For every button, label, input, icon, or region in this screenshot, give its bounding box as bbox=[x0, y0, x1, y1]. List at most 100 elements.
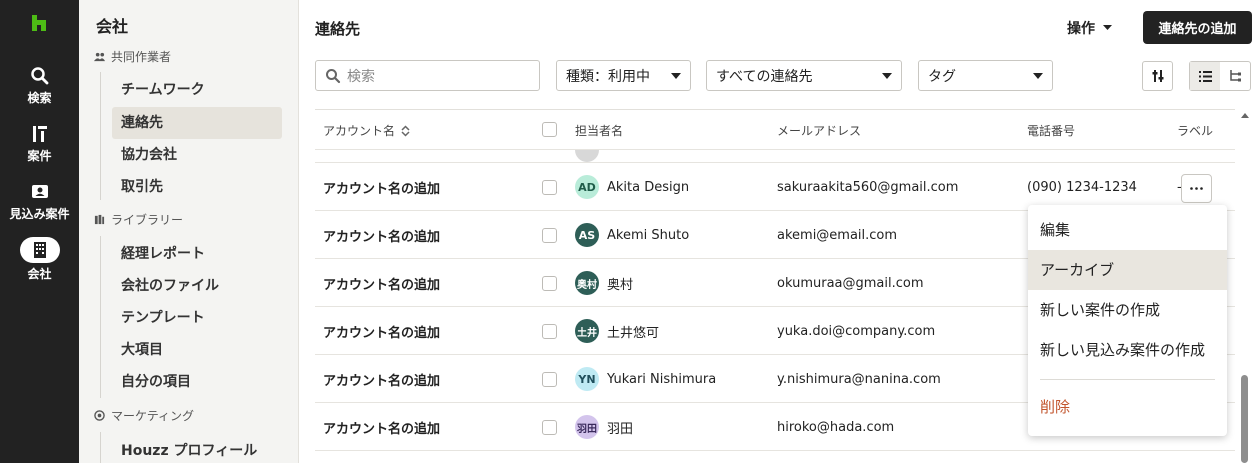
ops-dropdown[interactable]: 操作 bbox=[1067, 18, 1112, 38]
sidebar-item-clients[interactable]: 取引先 bbox=[112, 171, 282, 203]
row-action-menu: 編集 アーカイブ 新しい案件の作成 新しい見込み案件の作成 削除 bbox=[1028, 205, 1227, 436]
account-name-add[interactable]: アカウント名の追加 bbox=[323, 355, 440, 403]
rail-item-leads[interactable]: 見込み案件 bbox=[0, 182, 79, 222]
contact-name: YN Yukari Nishimura bbox=[575, 355, 716, 403]
contacts-filter-select[interactable]: すべての連絡先 bbox=[706, 60, 902, 91]
email: y.nishimura@nanina.com bbox=[777, 371, 941, 387]
row-divider bbox=[315, 450, 1235, 451]
projects-icon bbox=[32, 126, 47, 142]
tag-filter-select[interactable]: タグ bbox=[918, 60, 1053, 91]
menu-item-create-project[interactable]: 新しい案件の作成 bbox=[1028, 290, 1227, 330]
avatar: 羽田 bbox=[575, 415, 599, 439]
table-row[interactable]: アカウント名の追加 AD Akita Design sakuraakita560… bbox=[315, 162, 1235, 210]
menu-item-create-lead[interactable]: 新しい見込み案件の作成 bbox=[1028, 330, 1227, 370]
column-header-label[interactable]: ラベル bbox=[1177, 122, 1213, 139]
account-name-add[interactable]: アカウント名の追加 bbox=[323, 403, 440, 451]
sidebar-item-templates[interactable]: テンプレート bbox=[112, 302, 282, 334]
caret-down-icon bbox=[1103, 25, 1112, 30]
account-name-add[interactable]: アカウント名の追加 bbox=[323, 211, 440, 259]
row-checkbox[interactable] bbox=[542, 307, 557, 355]
contact-name: 羽田 羽田 bbox=[575, 403, 633, 451]
caret-down-icon bbox=[671, 72, 681, 79]
avatar: YN bbox=[575, 367, 599, 391]
contact-name: AS Akemi Shuto bbox=[575, 211, 689, 259]
view-toggle bbox=[1189, 61, 1251, 91]
rail-item-search[interactable]: 検索 bbox=[0, 66, 79, 106]
row-checkbox[interactable] bbox=[542, 403, 557, 451]
menu-divider bbox=[1040, 379, 1215, 380]
sidebar-title: 会社 bbox=[96, 17, 129, 36]
sidebar-item-my-items[interactable]: 自分の項目 bbox=[112, 366, 282, 398]
search-field[interactable]: 検索 bbox=[315, 60, 540, 91]
email: okumuraa@gmail.com bbox=[777, 275, 924, 291]
people-icon bbox=[94, 52, 105, 62]
email: akemi@email.com bbox=[777, 227, 898, 243]
menu-item-edit[interactable]: 編集 bbox=[1028, 210, 1227, 250]
add-contact-button[interactable]: 連絡先の追加 bbox=[1143, 11, 1252, 44]
hierarchy-view-button[interactable] bbox=[1220, 62, 1250, 90]
search-placeholder: 検索 bbox=[347, 68, 375, 85]
rail-item-company[interactable]: 会社 bbox=[0, 237, 79, 282]
section-divider-line bbox=[100, 72, 101, 200]
select-all-checkbox[interactable] bbox=[542, 122, 557, 137]
sidebar-item-partners[interactable]: 協力会社 bbox=[112, 139, 282, 171]
column-header-contact[interactable]: 担当者名 bbox=[575, 122, 623, 139]
sidebar-item-teamwork[interactable]: チームワーク bbox=[112, 74, 282, 106]
table-header: アカウント名 担当者名 メールアドレス 電話番号 ラベル bbox=[315, 109, 1235, 149]
company-sidebar: 会社 共同作業者 チームワーク 連絡先 協力会社 取引先 ライブラリー 経理レポ… bbox=[79, 0, 299, 463]
column-header-account[interactable]: アカウント名 bbox=[323, 122, 410, 139]
contact-name: AD Akita Design bbox=[575, 163, 689, 211]
account-name-add[interactable]: アカウント名の追加 bbox=[323, 307, 440, 355]
column-header-email[interactable]: メールアドレス bbox=[777, 122, 861, 139]
avatar bbox=[575, 150, 599, 162]
section-collaborators: 共同作業者 bbox=[94, 48, 171, 65]
rail-item-label: 案件 bbox=[27, 149, 52, 163]
email: yuka.doi@company.com bbox=[777, 323, 936, 339]
avatar: 土井 bbox=[575, 319, 599, 343]
row-checkbox[interactable] bbox=[542, 163, 557, 211]
sidebar-item-houzz-profile[interactable]: Houzz プロフィール bbox=[112, 435, 282, 463]
avatar: 奥村 bbox=[575, 271, 599, 295]
scroll-up-icon[interactable] bbox=[1238, 110, 1252, 120]
rail-item-projects[interactable]: 案件 bbox=[0, 124, 79, 164]
section-marketing: マーケティング bbox=[94, 407, 194, 424]
row-checkbox[interactable] bbox=[542, 211, 557, 259]
list-view-button[interactable] bbox=[1190, 62, 1220, 90]
row-checkbox[interactable] bbox=[542, 259, 557, 307]
sidebar-item-company-files[interactable]: 会社のファイル bbox=[112, 270, 282, 302]
page-title: 連絡先 bbox=[315, 20, 361, 38]
sliders-icon bbox=[1152, 70, 1163, 82]
sidebar-item-categories[interactable]: 大項目 bbox=[112, 334, 282, 366]
filter-settings-button[interactable] bbox=[1142, 61, 1173, 91]
app-window: 検索 案件 見込み案件 会社 会社 共同作業者 チームワーク 連絡先 協力会社 … bbox=[0, 0, 1259, 463]
houzz-logo-icon[interactable] bbox=[30, 14, 48, 32]
row-more-button[interactable] bbox=[1181, 174, 1212, 203]
section-divider-line bbox=[100, 432, 101, 463]
caret-down-icon bbox=[1033, 72, 1043, 79]
account-name-add[interactable]: アカウント名の追加 bbox=[323, 259, 440, 307]
scrollbar-thumb[interactable] bbox=[1241, 375, 1248, 463]
account-name-add[interactable]: アカウント名の追加 bbox=[323, 163, 440, 211]
list-view-icon bbox=[1198, 70, 1212, 82]
menu-item-delete[interactable]: 削除 bbox=[1028, 387, 1227, 427]
contact-name: 土井 土井悠可 bbox=[575, 307, 659, 355]
caret-down-icon bbox=[882, 72, 892, 79]
rail-item-label: 見込み案件 bbox=[9, 207, 70, 221]
building-icon bbox=[33, 242, 46, 258]
menu-item-archive[interactable]: アーカイブ bbox=[1028, 250, 1227, 290]
avatar: AS bbox=[575, 223, 599, 247]
contact-name: 奥村 奥村 bbox=[575, 259, 633, 307]
search-icon bbox=[30, 67, 48, 85]
rail-item-label: 会社 bbox=[27, 267, 52, 281]
library-icon bbox=[94, 214, 105, 225]
type-filter-select[interactable]: 種類：利用中 bbox=[556, 60, 691, 91]
more-horizontal-icon bbox=[1190, 187, 1203, 190]
app-rail: 検索 案件 見込み案件 会社 bbox=[0, 0, 79, 463]
search-icon bbox=[326, 68, 341, 83]
avatar: AD bbox=[575, 175, 599, 199]
sidebar-item-contacts[interactable]: 連絡先 bbox=[112, 107, 282, 139]
phone: (090) 1234-1234 bbox=[1027, 179, 1137, 195]
column-header-phone[interactable]: 電話番号 bbox=[1027, 122, 1075, 139]
sidebar-item-accounting-reports[interactable]: 経理レポート bbox=[112, 238, 282, 270]
row-checkbox[interactable] bbox=[542, 355, 557, 403]
